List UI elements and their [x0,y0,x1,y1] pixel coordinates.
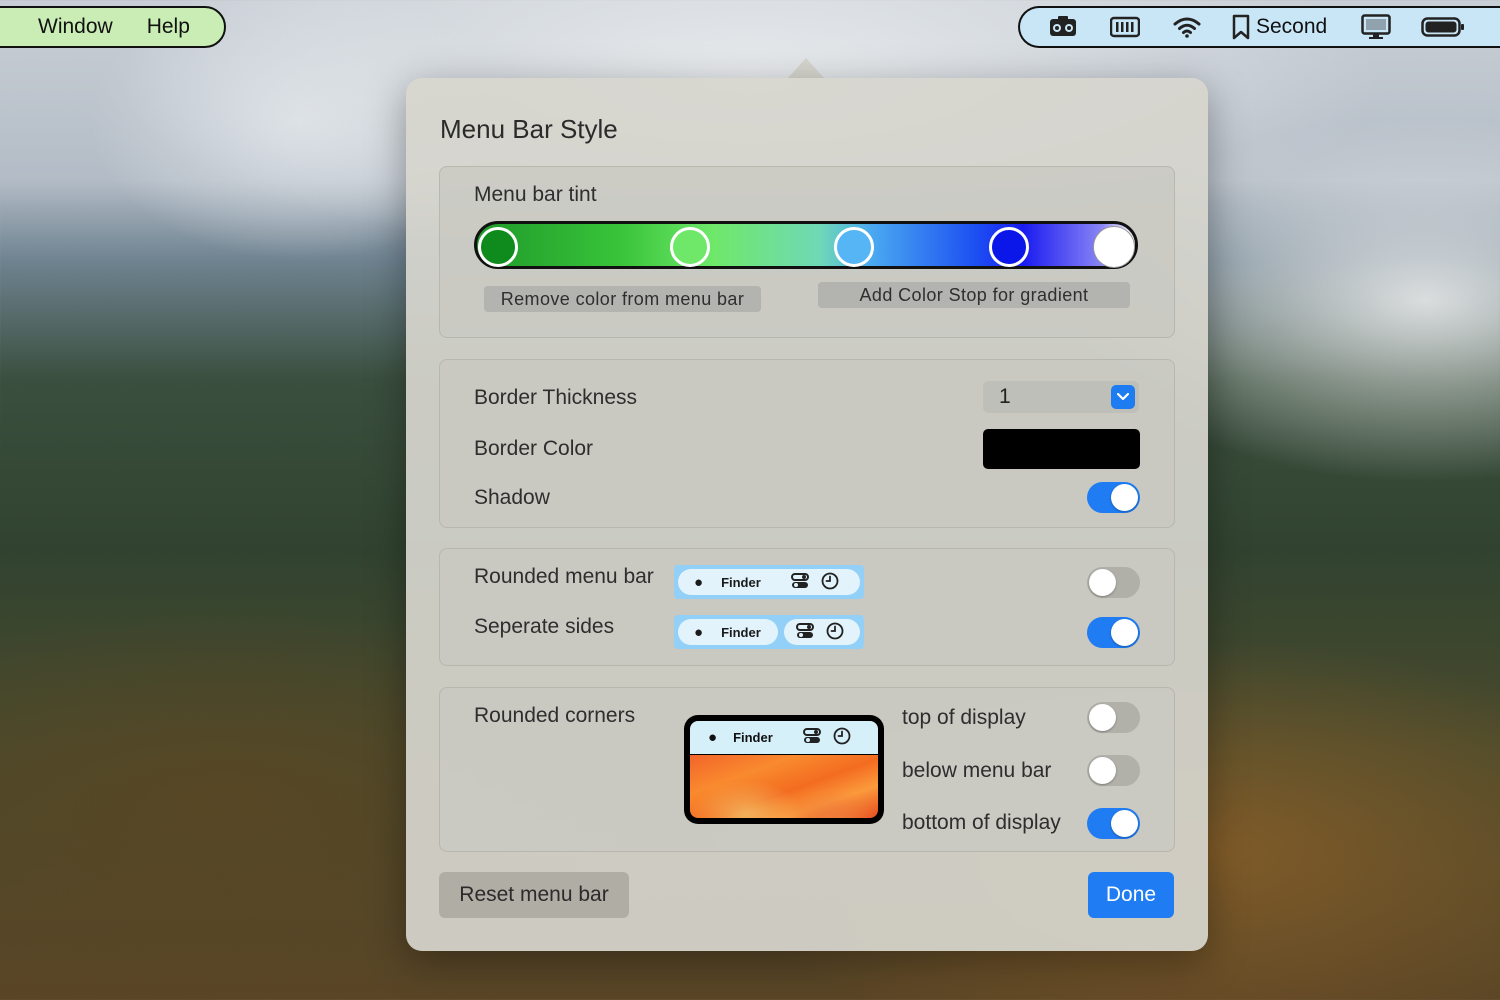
below-menu-bar-label: below menu bar [902,759,1052,782]
border-color-label: Border Color [474,437,594,460]
wifi-icon[interactable] [1172,7,1202,47]
rounded-corners-label: Rounded corners [474,704,636,727]
border-color-swatch[interactable] [983,429,1140,469]
tint-section: Menu bar tint Remove color from menu bar… [439,166,1175,338]
menu-window[interactable]: Window [38,15,113,39]
bottom-of-display-label: bottom of display [902,811,1061,834]
popover-title: Menu Bar Style [440,114,618,144]
top-of-display-toggle[interactable] [1087,702,1140,733]
clock-icon [826,622,844,643]
shadow-label: Shadow [474,486,550,509]
rounded-menu-bar-label: Rounded menu bar [474,565,654,588]
color-stop-1[interactable] [478,227,518,267]
menu-bar-style-popover: Menu Bar Style Menu bar tint Remove colo… [406,78,1208,951]
corners-section: Rounded corners ● Finder top of display … [439,687,1175,852]
tint-gradient-bar[interactable] [474,221,1138,269]
border-section: Border Thickness 1 Border Color Shadow [439,359,1175,528]
separate-sides-toggle[interactable] [1087,617,1140,648]
chevron-down-icon [1111,385,1135,409]
color-stop-3[interactable] [834,227,874,267]
separate-sides-label: Seperate sides [474,615,615,638]
control-center-icon [802,728,821,747]
border-thickness-value: 1 [999,385,1011,408]
wallpaper-preview [690,755,878,818]
remove-color-button[interactable]: Remove color from menu bar [484,286,761,312]
popover-arrow [788,58,824,78]
clock-icon [821,572,839,593]
rounded-corners-preview: ● Finder [684,715,884,824]
camera-icon[interactable] [1048,7,1078,47]
memory-icon[interactable] [1110,7,1140,47]
apple-icon: ● [694,573,704,591]
border-thickness-label: Border Thickness [474,386,638,409]
menu-help[interactable]: Help [147,15,190,39]
preview-app-name: Finder [733,730,773,745]
rounded-menu-bar-preview: ● Finder [674,565,864,599]
display-icon[interactable] [1361,7,1391,47]
border-thickness-select[interactable]: 1 [983,381,1139,413]
top-of-display-label: top of display [902,706,1026,729]
apple-icon: ● [694,623,704,641]
battery-icon[interactable] [1421,7,1465,47]
separate-sides-preview: ● Finder [674,615,864,649]
bookmark-label: Second [1256,15,1328,38]
bookmark-icon [1232,14,1250,40]
bottom-of-display-toggle[interactable] [1087,808,1140,839]
shape-section: Rounded menu bar ● Finder Seperate sides… [439,548,1175,666]
below-menu-bar-toggle[interactable] [1087,755,1140,786]
clock-icon [833,727,851,748]
preview-app-name: Finder [721,624,761,640]
menu-bar-left: Window Help [0,6,226,48]
bookmark-status[interactable]: Second [1232,7,1327,47]
color-stop-2[interactable] [670,227,710,267]
color-stop-5[interactable] [1094,227,1134,267]
control-center-icon [796,622,814,642]
reset-menu-bar-button[interactable]: Reset menu bar [439,872,629,918]
apple-icon: ● [708,729,718,746]
control-center-icon [790,572,809,592]
done-button[interactable]: Done [1088,872,1174,918]
tint-label: Menu bar tint [474,183,597,206]
menu-bar-right: Second [1018,6,1500,48]
preview-app-name: Finder [721,574,761,590]
color-stop-4[interactable] [989,227,1029,267]
rounded-menu-bar-toggle[interactable] [1087,567,1140,598]
shadow-toggle[interactable] [1087,482,1140,513]
add-color-stop-button[interactable]: Add Color Stop for gradient [818,282,1130,308]
